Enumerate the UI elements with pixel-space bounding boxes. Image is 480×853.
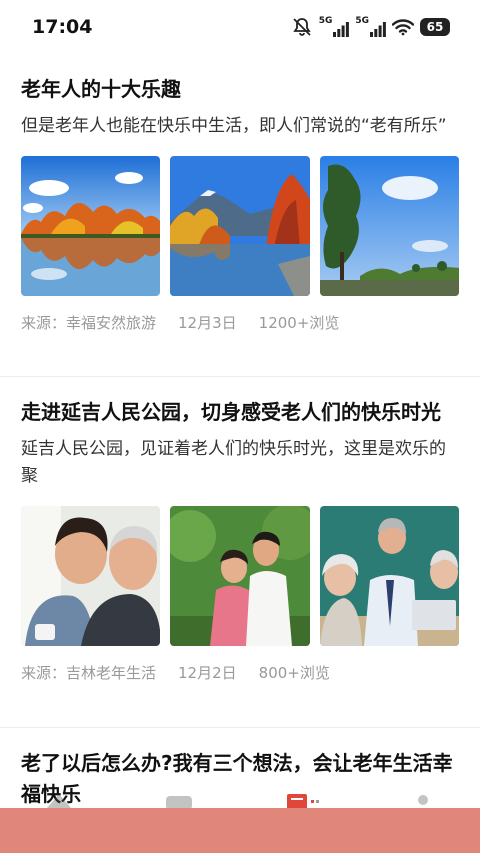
network-type-1: 5G [318, 16, 333, 26]
thumbnail-park-trees[interactable] [319, 156, 459, 296]
status-bar: 17:04 5G 5G 65 [0, 0, 480, 56]
news-feed[interactable]: 老年人的十大乐趣 但是老年人也能在快乐中生活，即人们常说的“老有所乐” 来源：幸… [0, 56, 480, 824]
battery-icon: 65 [420, 18, 450, 36]
network-type-2: 5G [355, 16, 369, 26]
article-images [21, 156, 459, 296]
video-icon[interactable] [164, 790, 194, 810]
thumbnail-autumn-lake[interactable] [21, 156, 161, 296]
article-title[interactable]: 老年人的十大乐趣 [21, 74, 459, 105]
article-card[interactable]: 老年人的十大乐趣 但是老年人也能在快乐中生活，即人们常说的“老有所乐” 来源：幸… [0, 56, 480, 377]
thumbnail-couple-in-park[interactable] [170, 506, 310, 646]
signal-2-icon: 5G [355, 17, 386, 37]
status-icons: 5G 5G 65 [291, 16, 450, 38]
article-views: 1200+浏览 [258, 314, 340, 332]
home-icon[interactable] [44, 790, 74, 810]
article-date: 12月2日 [178, 664, 237, 682]
bottom-nav [0, 790, 480, 810]
bottom-overlay [0, 808, 480, 853]
profile-icon[interactable] [408, 790, 438, 810]
article-images [21, 506, 459, 646]
thumbnail-elderly-couple[interactable] [21, 506, 161, 646]
article-meta: 来源：幸福安然旅游 12月3日 1200+浏览 [21, 312, 459, 333]
news-icon[interactable] [285, 790, 321, 810]
thumbnail-mountain-lake[interactable] [170, 156, 310, 296]
status-time: 17:04 [32, 16, 93, 38]
article-source: 来源：幸福安然旅游 [21, 314, 157, 332]
article-summary: 延吉人民公园，见证着老人们的快乐时光，这里是欢乐的聚 [21, 439, 446, 486]
wifi-icon [392, 19, 414, 36]
signal-1-icon: 5G [319, 17, 350, 37]
article-title[interactable]: 走进延吉人民公园，切身感受老人们的快乐时光 [21, 397, 459, 428]
mute-icon [293, 18, 311, 36]
article-summary: 但是老年人也能在快乐中生活，即人们常说的“老有所乐” [21, 116, 447, 136]
article-meta: 来源：吉林老年生活 12月2日 800+浏览 [21, 662, 459, 683]
article-card[interactable]: 走进延吉人民公园，切身感受老人们的快乐时光 延吉人民公园，见证着老人们的快乐时光… [0, 377, 480, 728]
article-views: 800+浏览 [258, 664, 330, 682]
thumbnail-seniors-laptop[interactable] [319, 506, 459, 646]
article-date: 12月3日 [178, 314, 237, 332]
article-source: 来源：吉林老年生活 [21, 664, 157, 682]
